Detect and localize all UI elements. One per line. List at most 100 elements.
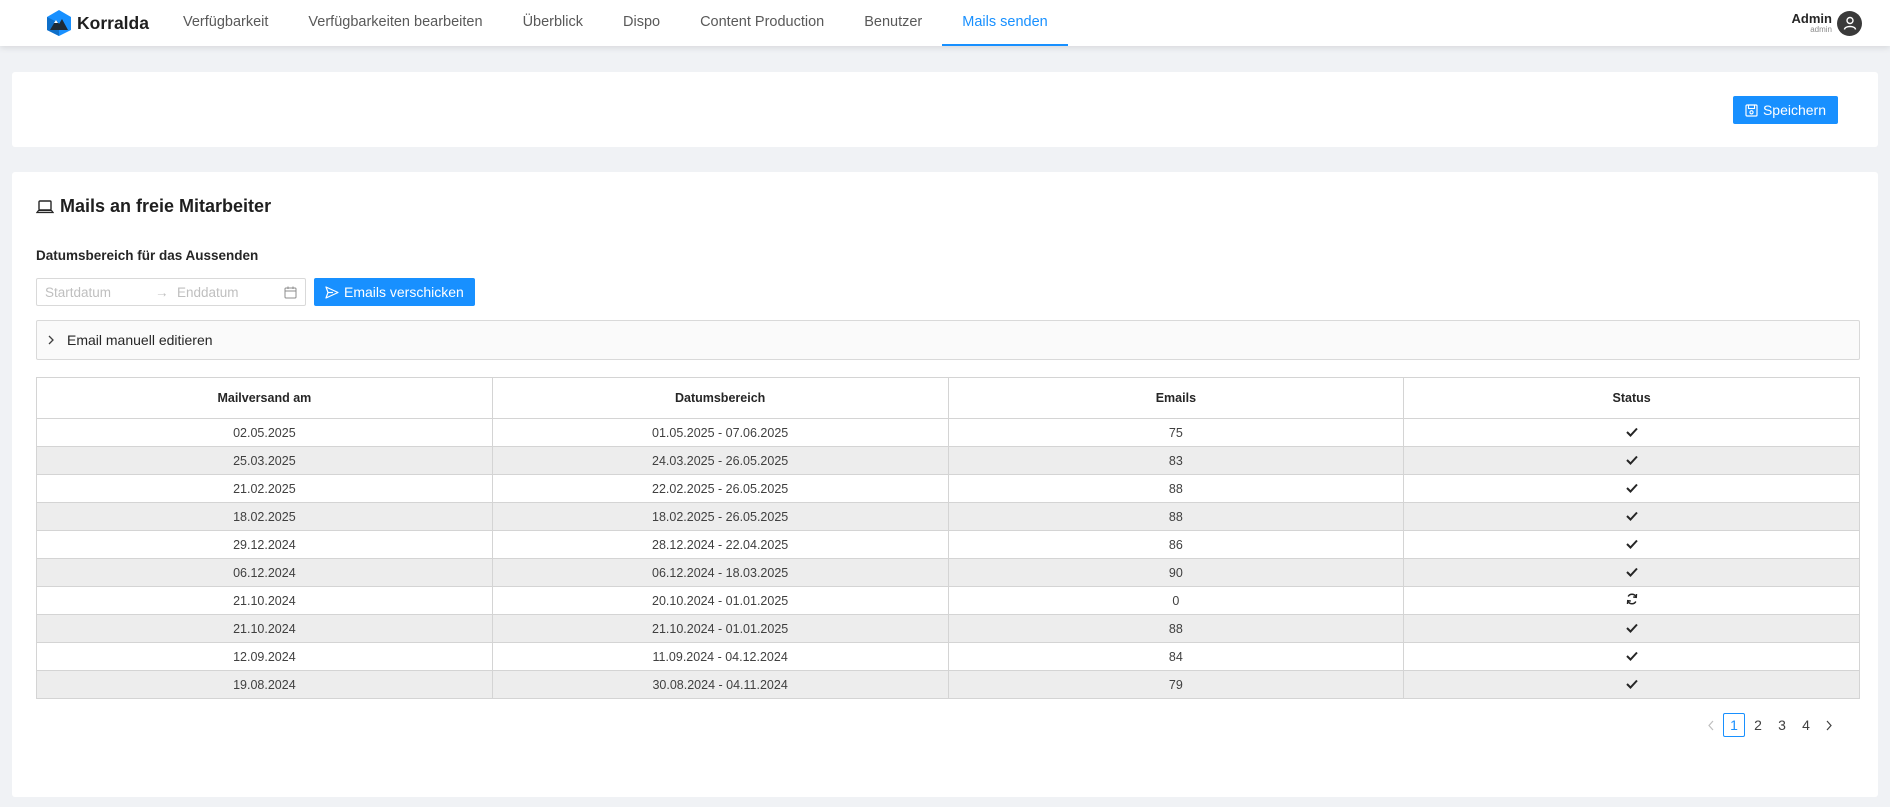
check-icon xyxy=(1625,454,1638,468)
main-nav: Verfügbarkeit Verfügbarkeiten bearbeiten… xyxy=(163,0,1068,46)
table-row: 25.03.2025 24.03.2025 - 26.05.2025 83 xyxy=(36,446,1860,475)
brand-name: Korralda xyxy=(77,12,149,33)
calendar-icon xyxy=(284,286,297,298)
cell-date-range: 24.03.2025 - 26.05.2025 xyxy=(491,446,949,475)
cell-email-count: 84 xyxy=(947,642,1405,671)
cell-email-count: 75 xyxy=(947,418,1405,447)
arrow-right-icon: → xyxy=(155,284,169,300)
section-title-text: Mails an freie Mitarbeiter xyxy=(60,196,272,216)
mails-card: Mails an freie Mitarbeiter Datumsbereich… xyxy=(12,172,1878,797)
nav-item-mails-senden[interactable]: Mails senden xyxy=(942,0,1068,46)
cell-email-count: 90 xyxy=(947,558,1405,587)
laptop-icon xyxy=(36,199,54,213)
table-row: 12.09.2024 11.09.2024 - 04.12.2024 84 xyxy=(36,642,1860,671)
cell-status xyxy=(1403,418,1860,447)
nav-item-content-production[interactable]: Content Production xyxy=(680,0,844,46)
send-icon xyxy=(325,285,339,299)
date-range-label: Datumsbereich für das Aussenden xyxy=(36,248,259,263)
cell-sent-date: 21.02.2025 xyxy=(36,474,493,503)
table-row: 18.02.2025 18.02.2025 - 26.05.2025 88 xyxy=(36,502,1860,531)
date-range-picker[interactable]: Startdatum → Enddatum xyxy=(36,278,306,306)
brand-logo[interactable]: Korralda xyxy=(46,0,149,46)
cell-sent-date: 21.10.2024 xyxy=(36,614,493,643)
cell-email-count: 88 xyxy=(947,474,1405,503)
next-page-button[interactable] xyxy=(1818,713,1840,737)
nav-item-verfuegbarkeiten-bearbeiten[interactable]: Verfügbarkeiten bearbeiten xyxy=(288,0,502,46)
cell-email-count: 79 xyxy=(947,670,1405,699)
check-icon xyxy=(1625,622,1638,636)
avatar[interactable] xyxy=(1837,10,1862,36)
table-header-row: Mailversand am Datumsbereich Emails Stat… xyxy=(36,377,1860,419)
user-icon xyxy=(1843,16,1856,30)
edit-email-label: Email manuell editieren xyxy=(67,332,213,348)
table-row: 21.02.2025 22.02.2025 - 26.05.2025 88 xyxy=(36,474,1860,503)
prev-page-button[interactable] xyxy=(1700,713,1722,737)
table-row: 02.05.2025 01.05.2025 - 07.06.2025 75 xyxy=(36,418,1860,447)
chevron-right-icon xyxy=(48,335,54,345)
page-2[interactable]: 2 xyxy=(1747,713,1769,737)
section-title: Mails an freie Mitarbeiter xyxy=(36,196,271,217)
check-icon xyxy=(1625,650,1638,664)
cell-date-range: 11.09.2024 - 04.12.2024 xyxy=(491,642,949,671)
korralda-logo-icon xyxy=(47,10,71,36)
mail-history-table: Mailversand am Datumsbereich Emails Stat… xyxy=(36,377,1860,699)
cell-date-range: 06.12.2024 - 18.03.2025 xyxy=(491,558,949,587)
chevron-left-icon xyxy=(1708,720,1714,730)
table-body: 02.05.2025 01.05.2025 - 07.06.2025 75 25.03… xyxy=(36,418,1860,699)
user-info: Admin admin xyxy=(1792,12,1832,34)
cell-sent-date: 29.12.2024 xyxy=(36,530,493,559)
nav-item-benutzer[interactable]: Benutzer xyxy=(844,0,942,46)
cell-status xyxy=(1403,558,1860,587)
send-emails-button[interactable]: Emails verschicken xyxy=(314,278,475,306)
col-header-emails[interactable]: Emails xyxy=(947,377,1405,419)
user-name: Admin xyxy=(1791,11,1832,26)
cell-sent-date: 21.10.2024 xyxy=(36,586,493,615)
page-3[interactable]: 3 xyxy=(1771,713,1793,737)
cell-email-count: 83 xyxy=(947,446,1405,475)
sync-icon xyxy=(1626,593,1638,608)
cell-status xyxy=(1403,614,1860,643)
col-header-status[interactable]: Status xyxy=(1403,377,1860,419)
cell-email-count: 88 xyxy=(947,614,1405,643)
end-date-input[interactable]: Enddatum xyxy=(177,285,284,300)
cell-status xyxy=(1403,586,1860,615)
cell-status xyxy=(1403,474,1860,503)
user-menu[interactable]: Admin admin xyxy=(1792,0,1862,46)
chevron-right-icon xyxy=(1826,720,1832,730)
cell-sent-date: 02.05.2025 xyxy=(36,418,493,447)
start-date-input[interactable]: Startdatum xyxy=(45,285,155,300)
cell-status xyxy=(1403,670,1860,699)
page-4[interactable]: 4 xyxy=(1795,713,1817,737)
nav-item-ueberblick[interactable]: Überblick xyxy=(503,0,603,46)
cell-status xyxy=(1403,502,1860,531)
cell-date-range: 21.10.2024 - 01.01.2025 xyxy=(491,614,949,643)
cell-sent-date: 12.09.2024 xyxy=(36,642,493,671)
check-icon xyxy=(1625,510,1638,524)
cell-date-range: 20.10.2024 - 01.01.2025 xyxy=(491,586,949,615)
col-header-sent[interactable]: Mailversand am xyxy=(36,377,493,419)
check-icon xyxy=(1625,538,1638,552)
edit-email-collapse[interactable]: Email manuell editieren xyxy=(36,320,1860,360)
cell-email-count: 0 xyxy=(947,586,1405,615)
col-header-range[interactable]: Datumsbereich xyxy=(491,377,949,419)
save-button-label: Speichern xyxy=(1762,102,1826,118)
save-button[interactable]: Speichern xyxy=(1732,96,1838,124)
send-emails-label: Emails verschicken xyxy=(344,284,464,300)
table-row: 21.10.2024 20.10.2024 - 01.01.2025 0 xyxy=(36,586,1860,615)
nav-item-verfuegbarkeit[interactable]: Verfügbarkeit xyxy=(163,0,288,46)
page-1[interactable]: 1 xyxy=(1723,713,1745,737)
cell-sent-date: 06.12.2024 xyxy=(36,558,493,587)
cell-date-range: 22.02.2025 - 26.05.2025 xyxy=(491,474,949,503)
check-icon xyxy=(1625,426,1638,440)
table-row: 29.12.2024 28.12.2024 - 22.04.2025 86 xyxy=(36,530,1860,559)
save-icon xyxy=(1745,103,1758,117)
cell-date-range: 28.12.2024 - 22.04.2025 xyxy=(491,530,949,559)
cell-email-count: 86 xyxy=(947,530,1405,559)
pagination: 1 2 3 4 xyxy=(1700,713,1840,737)
actions-card: Speichern xyxy=(12,72,1878,147)
table-row: 06.12.2024 06.12.2024 - 18.03.2025 90 xyxy=(36,558,1860,587)
check-icon xyxy=(1625,482,1638,496)
cell-sent-date: 25.03.2025 xyxy=(36,446,493,475)
nav-item-dispo[interactable]: Dispo xyxy=(603,0,680,46)
cell-status xyxy=(1403,642,1860,671)
